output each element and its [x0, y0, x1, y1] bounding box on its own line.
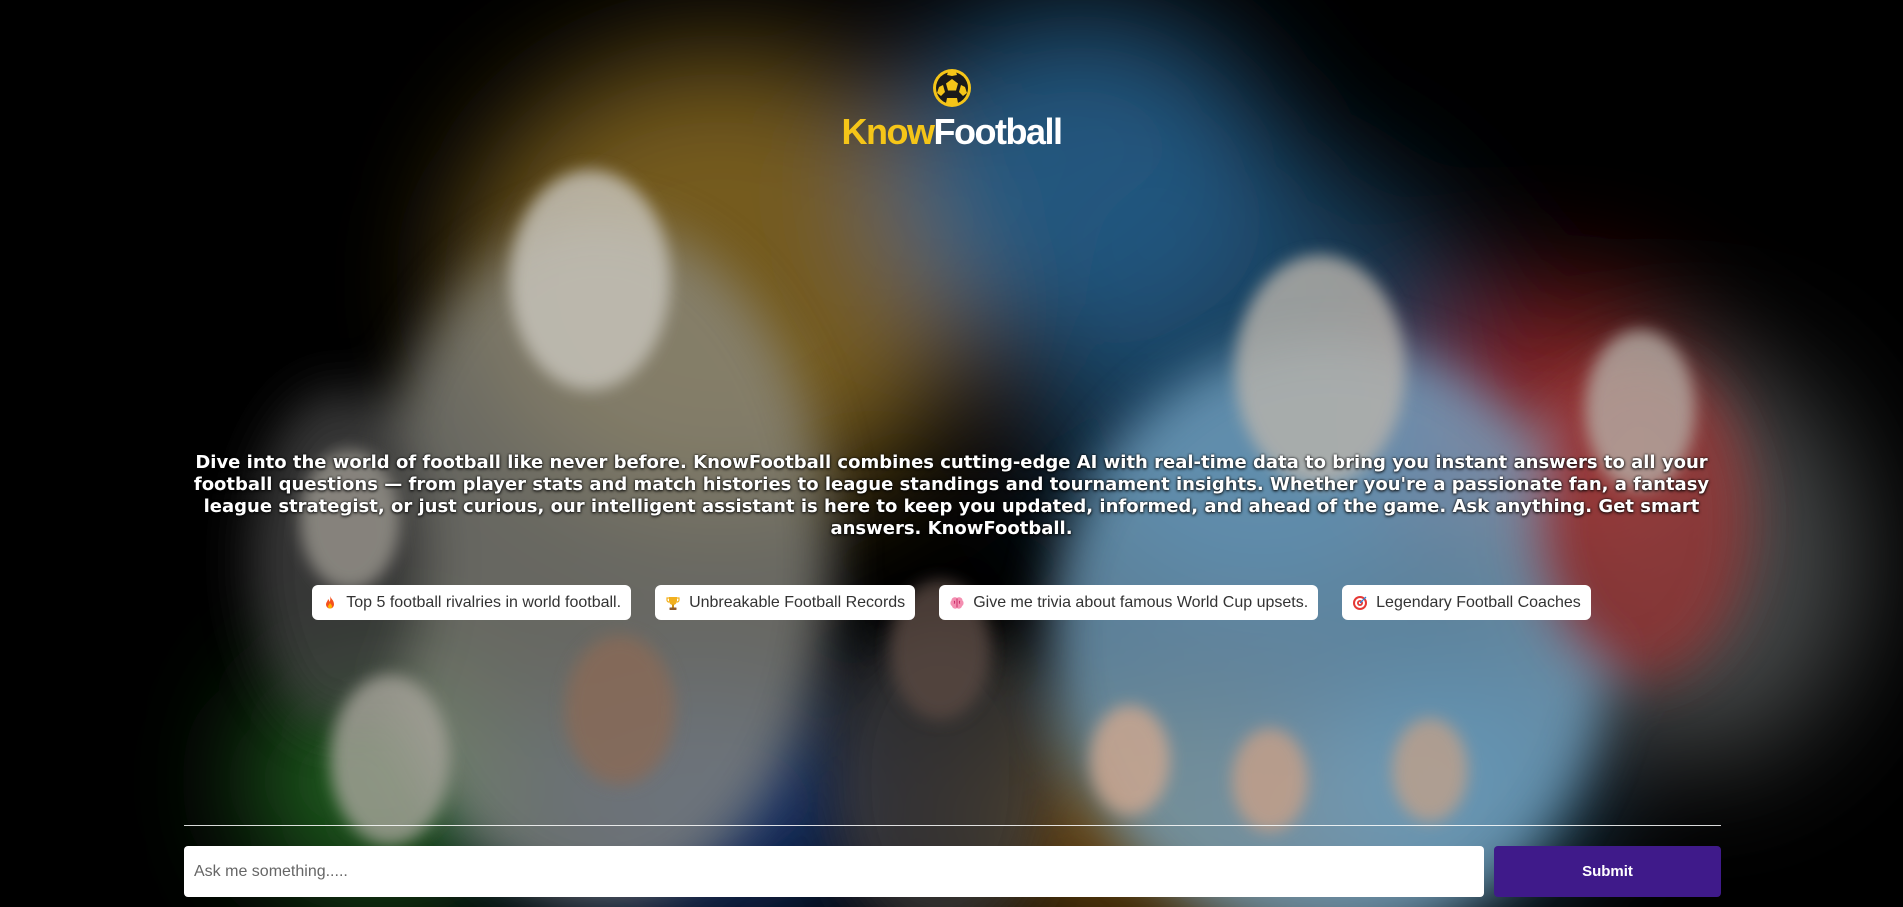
divider: [184, 825, 1721, 826]
suggestion-label: Unbreakable Football Records: [689, 593, 906, 611]
brand-logo[interactable]: KnowFootball: [0, 68, 1903, 152]
soccer-ball-icon: [932, 69, 971, 107]
submit-button[interactable]: Submit: [1494, 846, 1721, 897]
suggestion-chip-records[interactable]: Unbreakable Football Records: [655, 585, 916, 620]
ask-input[interactable]: [184, 846, 1484, 897]
hero-description: Dive into the world of football like nev…: [193, 452, 1710, 539]
brand-wordmark: KnowFootball: [841, 111, 1063, 152]
brand-name-football: Football: [933, 111, 1063, 152]
fire-icon: [326, 595, 335, 608]
brand-name-know: Know: [841, 111, 935, 152]
suggestion-chip-rivalries[interactable]: Top 5 football rivalries in world footba…: [312, 585, 632, 620]
ask-form: Submit: [184, 846, 1721, 897]
suggestion-chip-trivia[interactable]: Give me trivia about famous World Cup up…: [939, 585, 1319, 620]
target-icon: [1353, 595, 1368, 610]
suggestion-label: Top 5 football rivalries in world footba…: [346, 593, 622, 611]
suggestion-label: Legendary Football Coaches: [1376, 593, 1581, 611]
suggestion-chips: Top 5 football rivalries in world footba…: [0, 585, 1903, 620]
brain-icon: [950, 596, 964, 609]
suggestion-label: Give me trivia about famous World Cup up…: [973, 593, 1309, 611]
suggestion-chip-coaches[interactable]: Legendary Football Coaches: [1342, 585, 1591, 620]
trophy-icon: [666, 596, 680, 610]
